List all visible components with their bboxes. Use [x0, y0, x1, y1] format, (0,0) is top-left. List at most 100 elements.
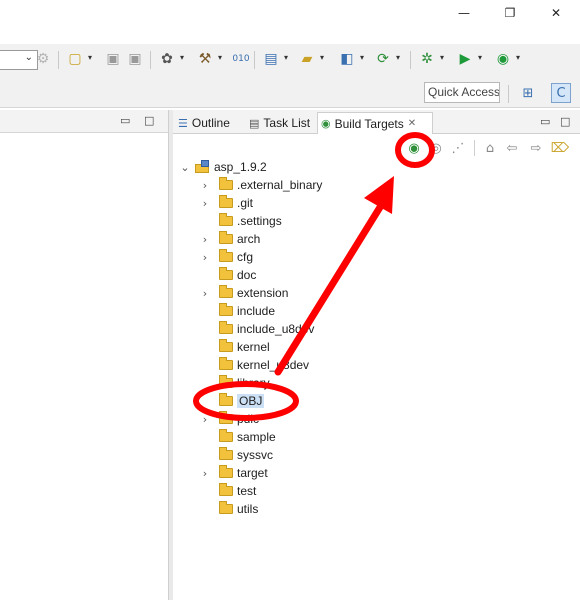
chevron-down-icon[interactable]: ▾: [284, 53, 288, 62]
folder-icon: [219, 339, 233, 352]
maximize-icon: ❐: [504, 6, 516, 20]
debug-settings-icon[interactable]: ✿: [158, 50, 176, 68]
tree-item-label: kernel_u8dev: [237, 358, 310, 372]
chevron-right-icon[interactable]: ›: [199, 179, 211, 192]
tree-item-label: library: [237, 376, 270, 390]
tree-item[interactable]: › .external_binary: [199, 176, 322, 194]
chevron-down-icon[interactable]: ▾: [516, 53, 520, 62]
maximize-button[interactable]: ❐: [488, 0, 532, 26]
tree-item-label: doc: [237, 268, 257, 282]
chevron-down-icon[interactable]: ▾: [180, 53, 184, 62]
new-wizard-icon[interactable]: ▢: [66, 50, 84, 68]
chevron-down-icon[interactable]: ▾: [320, 53, 324, 62]
tab-label: Build Targets: [334, 116, 404, 131]
folder-icon: [219, 303, 233, 316]
open-perspective-icon[interactable]: ⊞: [518, 83, 538, 103]
tree-item[interactable]: .settings: [199, 212, 282, 230]
folder-icon: [219, 177, 233, 190]
minimize-view-icon[interactable]: ▭: [120, 114, 130, 127]
refresh-icon[interactable]: ⟳: [374, 50, 392, 68]
run-external-icon[interactable]: ◉: [494, 50, 512, 68]
folder-icon: [219, 393, 233, 406]
tab-label: Task List: [263, 116, 311, 130]
tree-item-label: cfg: [237, 250, 254, 264]
forward-arrow-icon[interactable]: ⇨: [526, 139, 546, 157]
tab-outline[interactable]: ☰ Outline: [178, 112, 230, 134]
chevron-right-icon[interactable]: ›: [199, 197, 211, 210]
tab-task-list[interactable]: ▤ Task List: [249, 112, 310, 134]
tree-item[interactable]: sample: [199, 428, 276, 446]
tree-item[interactable]: utils: [199, 500, 258, 518]
chevron-down-icon[interactable]: ▾: [88, 53, 92, 62]
tab-build-targets[interactable]: ◉ Build Targets ✕: [317, 112, 433, 134]
chevron-down-icon[interactable]: ▾: [360, 53, 364, 62]
close-tab-icon[interactable]: ✕: [408, 118, 416, 129]
tree-item[interactable]: › pdic: [199, 410, 259, 428]
tree-item[interactable]: doc: [199, 266, 256, 284]
build-hammer-icon[interactable]: ⚒: [196, 50, 214, 68]
editor-area-header: [0, 110, 168, 133]
chevron-right-icon[interactable]: ›: [199, 251, 211, 264]
folder-icon: [219, 465, 233, 478]
build-target-icon[interactable]: ◉: [404, 139, 424, 157]
tree-item[interactable]: include: [199, 302, 275, 320]
maximize-view-icon[interactable]: □: [144, 114, 154, 127]
build-targets-icon: ◉: [321, 117, 331, 130]
chevron-down-icon[interactable]: ▾: [218, 53, 222, 62]
maximize-view-icon[interactable]: □: [560, 115, 570, 128]
chevron-right-icon[interactable]: ›: [199, 287, 211, 300]
gear-icon[interactable]: ⚙: [34, 50, 52, 68]
close-window-button[interactable]: ✕: [534, 0, 578, 26]
launch-config-combo[interactable]: ⌄: [0, 50, 38, 70]
build-target-alt-icon[interactable]: ◎: [426, 139, 446, 157]
home-icon[interactable]: ⌂: [480, 139, 500, 157]
debug-bug-icon[interactable]: ✲: [418, 50, 436, 68]
minimize-button[interactable]: —: [442, 0, 486, 26]
tree-project-row[interactable]: ⌄ asp_1.9.2: [179, 158, 267, 176]
save-icon[interactable]: ▣: [104, 50, 122, 68]
chevron-right-icon[interactable]: ›: [199, 413, 211, 426]
chevron-down-icon[interactable]: ▾: [440, 53, 444, 62]
minimize-view-icon[interactable]: ▭: [540, 115, 550, 128]
chevron-down-icon[interactable]: ▾: [396, 53, 400, 62]
run-icon[interactable]: ▶: [456, 50, 474, 68]
new-package-icon[interactable]: ▤: [262, 50, 280, 68]
folder-icon: [219, 447, 233, 460]
new-class-icon[interactable]: ◧: [338, 50, 356, 68]
sash[interactable]: [169, 110, 173, 600]
filter-icon[interactable]: ⌦: [550, 139, 570, 157]
folder-icon: [219, 213, 233, 226]
chevron-right-icon[interactable]: ›: [199, 233, 211, 246]
tree-item-label: pdic: [237, 412, 260, 426]
tree-item[interactable]: › .git: [199, 194, 253, 212]
toolbar-separator: [254, 51, 255, 69]
quick-access-field[interactable]: Quick Access: [424, 82, 500, 103]
tree-item-label: sample: [237, 430, 276, 444]
tree-item[interactable]: › extension: [199, 284, 288, 302]
folder-icon: [219, 429, 233, 442]
collapse-icon[interactable]: ⋰: [448, 139, 468, 157]
annotation-arrow-head: [364, 176, 394, 214]
new-folder-icon[interactable]: ▰: [298, 50, 316, 68]
tree-item[interactable]: syssvc: [199, 446, 273, 464]
editor-area: [0, 110, 169, 600]
tree-item-label: OBJ: [237, 394, 265, 408]
folder-icon: [219, 285, 233, 298]
chevron-down-icon[interactable]: ⌄: [179, 161, 191, 174]
tree-item[interactable]: include_u8dev: [199, 320, 314, 338]
chevron-down-icon[interactable]: ▾: [478, 53, 482, 62]
tree-item[interactable]: kernel_u8dev: [199, 356, 309, 374]
tree-item[interactable]: › cfg: [199, 248, 253, 266]
tree-item-label: target: [237, 466, 268, 480]
tree-item[interactable]: OBJ: [199, 392, 265, 410]
tree-item[interactable]: library: [199, 374, 270, 392]
back-arrow-icon[interactable]: ⇦: [502, 139, 522, 157]
tree-item[interactable]: test: [199, 482, 256, 500]
c-perspective-icon[interactable]: C: [551, 83, 571, 103]
chevron-right-icon[interactable]: ›: [199, 467, 211, 480]
tree-item[interactable]: › target: [199, 464, 268, 482]
save-all-icon[interactable]: ▣: [126, 50, 144, 68]
tree-item[interactable]: › arch: [199, 230, 260, 248]
binary-icon[interactable]: 010: [232, 50, 250, 68]
tree-item[interactable]: kernel: [199, 338, 270, 356]
